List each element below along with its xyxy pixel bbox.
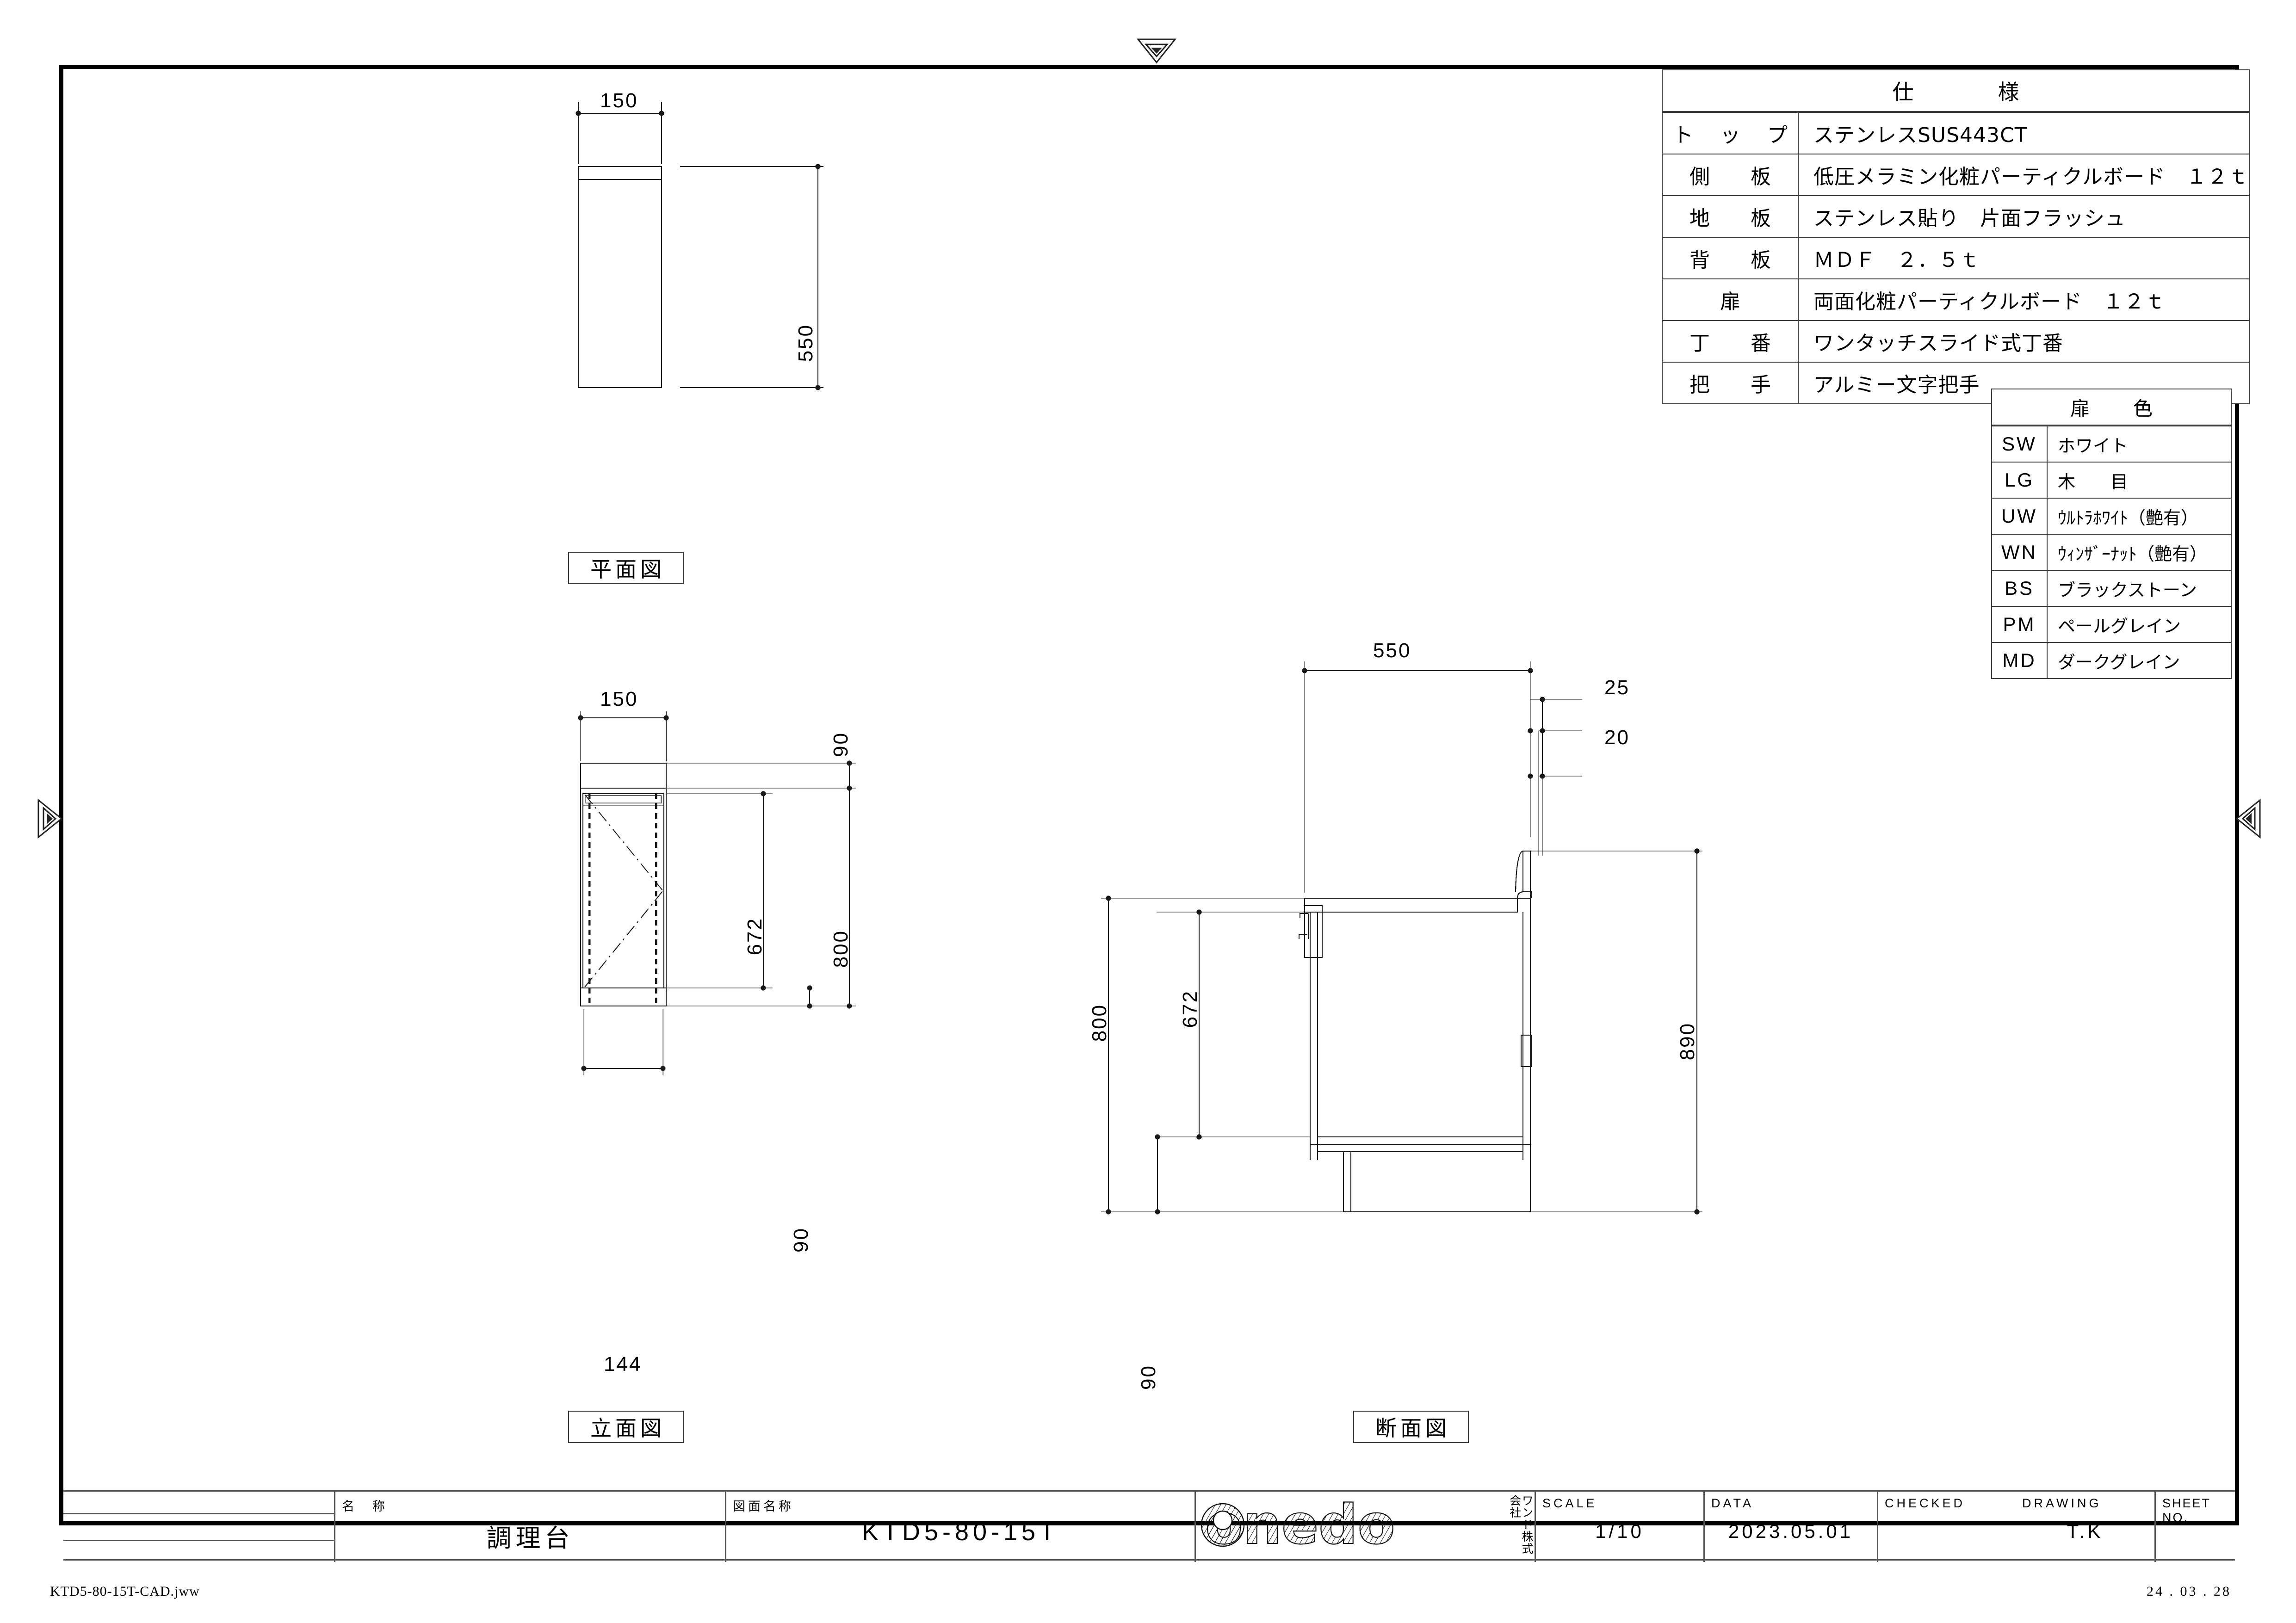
plan-dim-depth: 550 (794, 324, 817, 362)
section-dim-body-height: 800 (1088, 1004, 1111, 1042)
title-field-drawing: DRAWING T.K (2016, 1492, 2154, 1562)
drawing-value: T.K (2067, 1520, 2104, 1542)
table-row: SW ホワイト (1991, 425, 2232, 463)
color-code-lg: LG (1991, 462, 2048, 499)
color-code-pm: PM (1991, 606, 2048, 643)
scale-value: 1/10 (1595, 1520, 1644, 1542)
source-filename: KTD5-80-15T-CAD.jww (50, 1584, 200, 1599)
title-field-sheet-no: SHEET NO. (2154, 1492, 2235, 1562)
data-value: 2023.05.01 (1728, 1520, 1854, 1542)
table-row: 仕 様 (1661, 69, 2250, 113)
spec-value-door: 両面化粧パーティクルボード １２ｔ (1797, 278, 2250, 321)
table-row: 背 板 ＭＤＦ ２．５ｔ (1662, 237, 2250, 279)
color-code-bs: BS (1991, 570, 2048, 607)
plan-view-label: 平面図 (568, 552, 684, 584)
section-dim-depth: 550 (1373, 639, 1411, 662)
title-field-drawing-name: 図面名称 KTD5-80-15T (725, 1492, 1194, 1562)
title-block: 名 称 調理台 図面名称 KTD5-80-15T onedo ワンド株式会社 S… (63, 1490, 2235, 1562)
spec-value-side-panel: 低圧メラミン化粧パーティクルボード １２ｔ (1797, 154, 2250, 196)
company-name: ワンド株式会社 (1508, 1494, 1534, 1555)
table-row: 丁 番 ワンタッチスライド式丁番 (1662, 320, 2250, 363)
spec-key-bottom-panel: 地 板 (1662, 195, 1799, 238)
revision-date: 24 . 03 . 28 (2147, 1584, 2231, 1599)
table-row: LG 木 目 (1991, 462, 2232, 499)
title-block-rule-bottom (63, 1540, 334, 1541)
drawing-label: DRAWING (2022, 1496, 2102, 1510)
specification-table: 仕 様 ト ッ プ ステンレスSUS443CT 側 板 低圧メラミン化粧パーティ… (1661, 69, 2250, 404)
name-label: 名 称 (342, 1500, 388, 1514)
color-name-sw: ホワイト (2047, 425, 2232, 463)
spec-key-back-panel: 背 板 (1662, 237, 1799, 279)
sheet-no-label: SHEET NO. (2162, 1496, 2211, 1524)
table-row: WN ｳｨﾝｻﾞｰﾅｯﾄ（艶有） (1991, 534, 2232, 571)
centering-mark-left-icon (37, 798, 63, 839)
spec-value-bottom-panel: ステンレス貼り 片面フラッシュ (1797, 195, 2250, 238)
table-row: UW ｳﾙﾄﾗﾎﾜｲﾄ（艶有） (1991, 498, 2232, 535)
table-row: PM ペールグレイン (1991, 606, 2232, 643)
section-dim-toe-kick: 90 (1137, 1364, 1160, 1390)
color-code-uw: UW (1991, 498, 2048, 535)
title-field-checked: CHECKED (1877, 1492, 2016, 1562)
spec-key-top: ト ッ プ (1662, 111, 1799, 154)
drawing-name-label: 図面名称 (733, 1500, 794, 1514)
name-value: 調理台 (486, 1524, 574, 1553)
section-dim-overall-height: 890 (1676, 1022, 1699, 1061)
color-table-header: 扉 色 (1991, 389, 2232, 426)
centering-mark-right-icon (2235, 798, 2261, 839)
spec-value-hinge: ワンタッチスライド式丁番 (1797, 320, 2250, 363)
table-row: 扉 両面化粧パーティクルボード １２ｔ (1662, 278, 2250, 321)
title-field-data: DATA 2023.05.01 (1703, 1492, 1877, 1562)
color-name-uw: ｳﾙﾄﾗﾎﾜｲﾄ（艶有） (2047, 498, 2232, 535)
section-dim-top-thickness: 20 (1604, 726, 1630, 749)
spec-key-door: 扉 (1662, 278, 1799, 321)
spec-table-header: 仕 様 (1661, 69, 2250, 113)
elevation-dim-body-height: 800 (829, 930, 852, 968)
spec-value-back-panel: ＭＤＦ ２．５ｔ (1797, 237, 2250, 279)
spec-key-hinge: 丁 番 (1662, 320, 1799, 363)
title-field-scale: SCALE 1/10 (1535, 1492, 1703, 1562)
table-row: ト ッ プ ステンレスSUS443CT (1662, 111, 2250, 154)
elevation-view-label: 立面図 (568, 1411, 684, 1443)
title-field-logo: onedo ワンド株式会社 (1194, 1492, 1535, 1562)
data-label: DATA (1711, 1496, 1754, 1510)
section-view-label: 断面図 (1353, 1411, 1469, 1443)
plan-view-drawing (576, 102, 823, 390)
table-row: 側 板 低圧メラミン化粧パーティクルボード １２ｔ (1662, 154, 2250, 196)
color-name-bs: ブラックストーン (2047, 570, 2232, 607)
table-row: 地 板 ステンレス貼り 片面フラッシュ (1662, 195, 2250, 238)
section-dim-door-height: 672 (1179, 990, 1201, 1028)
section-dim-backsplash: 25 (1604, 676, 1630, 699)
table-row: BS ブラックストーン (1991, 570, 2232, 607)
centering-mark-top-icon (1136, 38, 1177, 64)
elevation-dim-door-width: 144 (604, 1353, 642, 1376)
color-name-pm: ペールグレイン (2047, 606, 2232, 643)
onedo-logo-icon: onedo (1201, 1492, 1396, 1557)
title-block-rule-top (63, 1513, 334, 1514)
elevation-view-drawing (578, 711, 856, 1075)
elevation-dim-width: 150 (600, 688, 638, 710)
color-code-md: MD (1991, 642, 2048, 679)
table-row: MD ダークグレイン (1991, 642, 2232, 679)
color-name-wn: ｳｨﾝｻﾞｰﾅｯﾄ（艶有） (2047, 534, 2232, 571)
spec-key-handle: 把 手 (1662, 362, 1799, 404)
color-name-lg: 木 目 (2047, 462, 2232, 499)
color-code-sw: SW (1991, 425, 2048, 463)
elevation-dim-top-gap: 90 (829, 732, 852, 757)
color-code-wn: WN (1991, 534, 2048, 571)
drawing-name-value: KTD5-80-15T (861, 1518, 1059, 1546)
spec-value-top: ステンレスSUS443CT (1797, 111, 2250, 154)
color-name-md: ダークグレイン (2047, 642, 2232, 679)
scale-label: SCALE (1542, 1496, 1597, 1510)
title-field-name: 名 称 調理台 (334, 1492, 725, 1562)
elevation-dim-bottom-gap: 90 (790, 1227, 812, 1253)
elevation-dim-door-height: 672 (743, 917, 766, 956)
plan-dim-width: 150 (600, 89, 638, 112)
table-row: 扉 色 (1991, 389, 2232, 426)
door-color-table: 扉 色 SW ホワイト LG 木 目 UW ｳﾙﾄﾗﾎﾜｲﾄ（艶有） WN ｳｨ… (1991, 389, 2232, 679)
spec-key-side-panel: 側 板 (1662, 154, 1799, 196)
checked-label: CHECKED (1885, 1496, 1966, 1510)
